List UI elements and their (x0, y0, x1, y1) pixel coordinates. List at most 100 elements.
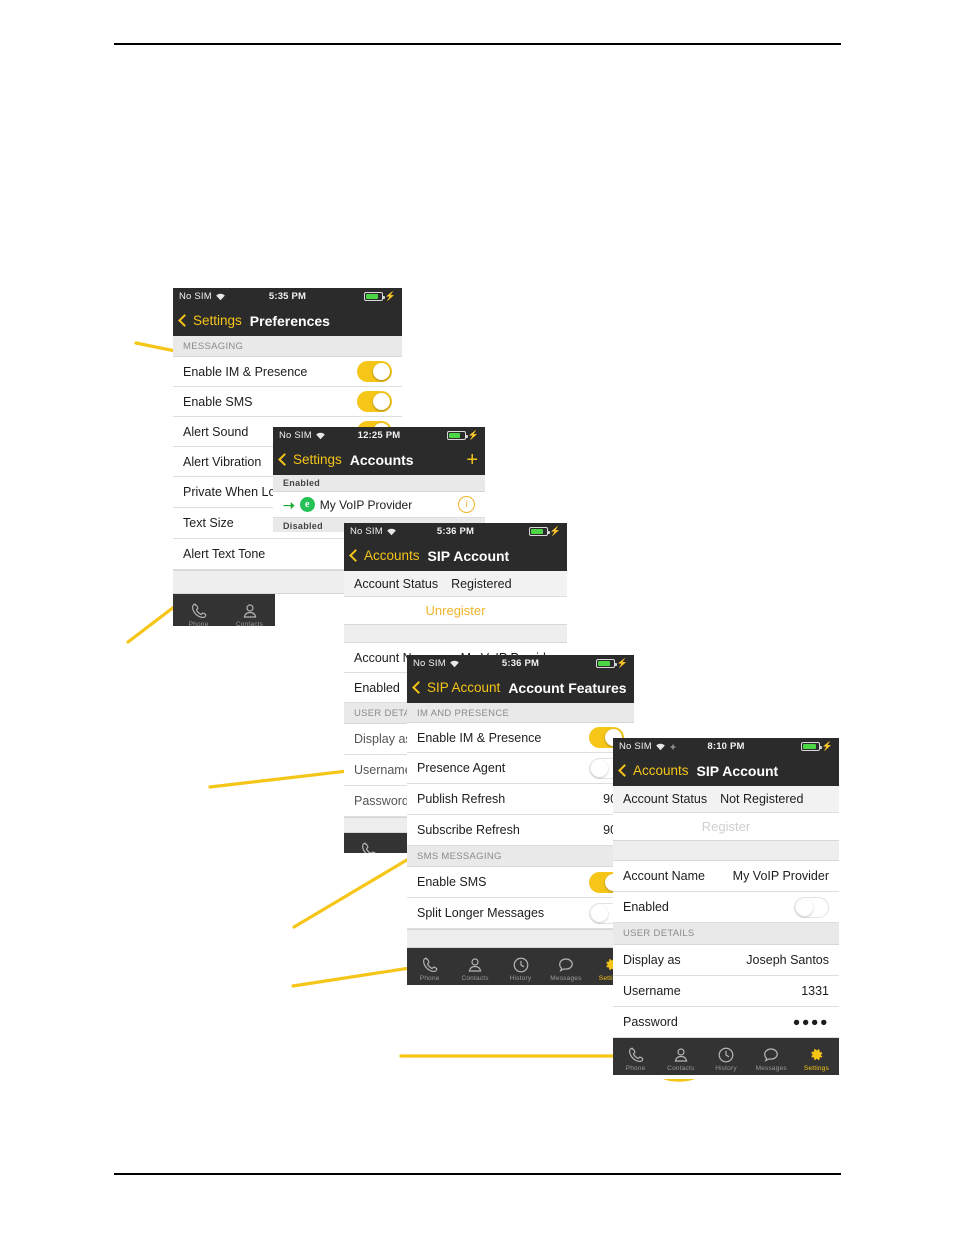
row-display-as[interactable]: Display as Joseph Santos (613, 945, 839, 976)
tab-label: Contacts (235, 621, 264, 626)
contacts-icon (674, 1048, 688, 1062)
tab-phone[interactable]: Phone (173, 602, 224, 626)
tab-contacts[interactable]: Contacts (224, 602, 275, 626)
toggle-enable-im-presence[interactable] (357, 361, 392, 382)
tab-messages[interactable]: Messages (749, 1046, 794, 1075)
battery-icon (595, 659, 617, 668)
password-value: ●●●● (792, 1015, 829, 1029)
nav-bar: Settings Preferences (173, 305, 402, 336)
row-subscribe-refresh[interactable]: Subscribe Refresh 900 (407, 815, 634, 846)
tab-label: Settings (803, 1065, 829, 1072)
charging-bolt-icon: ⚡ (384, 291, 396, 301)
row-password[interactable]: Password ●●●● (613, 1007, 839, 1038)
tab-history[interactable]: History (498, 956, 543, 985)
info-icon[interactable]: i (458, 496, 475, 513)
row-label: Account Status (354, 576, 439, 591)
tab-contacts[interactable]: Contacts (658, 1046, 703, 1075)
tab-phone[interactable]: Phone (344, 841, 394, 853)
history-icon (718, 1047, 734, 1063)
status-bar: No SIM 5:35 PM ⚡ (173, 288, 402, 305)
battery-icon (446, 431, 468, 440)
nav-bar: Settings Accounts + (273, 444, 485, 475)
back-button[interactable]: Settings (278, 452, 342, 467)
phone-icon (191, 603, 206, 619)
tab-label: Phone (188, 621, 209, 626)
row-username[interactable]: Username 1331 (613, 976, 839, 1007)
row-label: Display as (623, 953, 681, 967)
tab-label: Contacts (461, 975, 489, 982)
screenshot-account-features: No SIM 5:36 PM ⚡ SIP Account Account Fea… (407, 655, 634, 1000)
toggle-enable-sms[interactable] (357, 391, 392, 412)
toggle-enabled[interactable] (794, 896, 829, 918)
back-label: Accounts (364, 548, 420, 563)
tab-phone[interactable]: Phone (613, 1046, 658, 1075)
tab-label: Contacts (667, 1065, 695, 1072)
row-account-status: Account Status Not Registered (613, 786, 839, 813)
row-split-longer-messages[interactable]: Split Longer Messages (407, 898, 634, 929)
row-enable-sms[interactable]: Enable SMS (173, 387, 402, 417)
row-label: Publish Refresh (417, 792, 506, 806)
chevron-left-icon (412, 681, 425, 694)
tab-messages[interactable]: Messages (543, 956, 588, 985)
tab-phone[interactable]: Phone (407, 956, 452, 985)
back-button[interactable]: SIP Account (412, 680, 500, 695)
row-label: Presence Agent (417, 761, 506, 775)
register-button[interactable]: Register (613, 813, 839, 840)
row-label: Enable SMS (417, 875, 487, 889)
row-publish-refresh[interactable]: Publish Refresh 900 (407, 784, 634, 815)
back-label: Accounts (633, 763, 689, 778)
tab-contacts[interactable]: Contacts (452, 956, 497, 985)
section-gap (407, 929, 634, 948)
unregister-button[interactable]: Unregister (344, 597, 567, 624)
page-title: Accounts (349, 451, 414, 468)
tab-settings[interactable]: Settings (794, 1046, 839, 1075)
row-label: Display as (354, 732, 412, 746)
add-account-button[interactable]: + (466, 450, 478, 470)
row-enable-sms[interactable]: Enable SMS (407, 867, 634, 898)
back-button[interactable]: Settings (178, 313, 242, 328)
section-gap (344, 624, 567, 643)
page-title: SIP Account (427, 547, 510, 564)
row-label: Enable SMS (183, 394, 253, 409)
row-label: Account Name (623, 869, 705, 883)
section-header-im-and-presence: IM AND PRESENCE (407, 703, 634, 723)
section-header-sms-messaging: SMS MESSAGING (407, 846, 634, 867)
screenshot-accounts: No SIM 12:25 PM ⚡ Settings Accounts + En… (273, 427, 485, 532)
row-enable-im-presence[interactable]: Enable IM & Presence (407, 723, 634, 753)
account-status-value: Registered (451, 576, 512, 591)
row-label: Alert Vibration (183, 454, 262, 469)
messages-icon (559, 958, 573, 972)
row-enable-im-presence[interactable]: Enable IM & Presence (173, 357, 402, 387)
row-label: Enable IM & Presence (183, 364, 308, 379)
phone-icon (628, 1047, 643, 1063)
settings-gear-icon (811, 1049, 823, 1061)
green-arrow-icon: ➝ (283, 496, 295, 513)
screenshot-sip-account-not-registered: No SIM 8:10 PM ⚡ Accounts SIP Account Ac… (613, 738, 839, 1079)
account-badge-icon: e (299, 497, 315, 512)
status-bar: No SIM 8:10 PM ⚡ (613, 738, 839, 755)
username-value: 1331 (801, 984, 829, 998)
row-label: Username (354, 763, 412, 777)
row-account-name[interactable]: Account Name My VoIP Provider (613, 861, 839, 892)
charging-bolt-icon: ⚡ (467, 430, 479, 440)
register-label: Register (701, 819, 751, 834)
status-bar: No SIM 12:25 PM ⚡ (273, 427, 485, 444)
back-button[interactable]: Accounts (349, 548, 420, 563)
tab-history[interactable]: History (703, 1046, 748, 1075)
back-label: Settings (193, 313, 242, 328)
row-presence-agent[interactable]: Presence Agent (407, 753, 634, 784)
back-button[interactable]: Accounts (618, 763, 689, 778)
tab-label: History (715, 1065, 737, 1072)
tab-label: Phone (625, 1065, 646, 1072)
section-header-messaging: MESSAGING (173, 336, 402, 357)
row-label: Text Size (183, 516, 234, 530)
status-bar: No SIM 5:36 PM ⚡ (344, 523, 567, 540)
tab-label: Messages (550, 975, 582, 982)
row-account-status: Account Status Registered (344, 571, 567, 597)
account-row-my-voip-provider[interactable]: ➝ e My VoIP Provider i (273, 492, 485, 518)
nav-bar: Accounts SIP Account (613, 755, 839, 786)
battery-icon (800, 742, 822, 751)
tab-label: Phone (419, 975, 440, 982)
page-title: SIP Account (696, 762, 779, 779)
row-enabled[interactable]: Enabled (613, 892, 839, 923)
